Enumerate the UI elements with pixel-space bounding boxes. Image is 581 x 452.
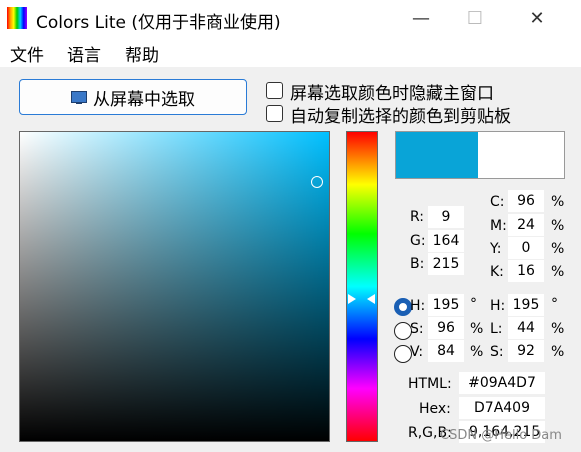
hide-window-checkbox[interactable] [266,82,283,99]
hex-code-label: Hex: [419,401,451,417]
r-field[interactable]: 9 [428,206,464,228]
hsv-s-unit: % [470,321,484,337]
window-title: Colors Lite (仅用于非商业使用) [36,13,281,33]
c-field[interactable]: 96 [508,190,544,212]
hide-window-label: 屏幕选取颜色时隐藏主窗口 [290,84,494,104]
k-label: K: [490,264,504,280]
html-code-field[interactable]: #09A4D7 [459,372,545,394]
c-unit: % [551,194,565,210]
hsv-h-field[interactable]: 195 [428,294,464,316]
pick-from-screen-button[interactable]: 从屏幕中选取 [19,79,247,115]
hsv-v-unit: % [470,344,484,360]
color-field[interactable] [19,131,330,442]
minimize-button[interactable]: — [398,0,444,37]
y-unit: % [551,241,565,257]
k-field[interactable]: 16 [508,260,544,282]
hsl-h-unit: ° [551,296,558,312]
menu-file[interactable]: 文件 [10,41,44,66]
hue-slider[interactable] [346,131,378,442]
auto-copy-checkbox[interactable] [266,105,283,122]
previous-color-swatch [478,132,564,178]
menu-help[interactable]: 帮助 [125,41,159,66]
y-label: Y: [490,241,502,257]
g-label: G: [410,233,426,249]
color-field-cursor[interactable] [311,176,323,188]
app-icon [7,7,27,29]
hsl-l-label: L: [490,321,503,337]
r-label: R: [410,209,425,225]
m-label: M: [490,218,507,234]
hsl-h-field[interactable]: 195 [508,294,544,316]
color-preview [395,131,565,179]
html-code-label: HTML: [408,376,452,392]
hsv-v-field[interactable]: 84 [428,340,464,362]
m-unit: % [551,218,565,234]
hsv-h-unit: ° [470,296,477,312]
hsv-s-label: S: [410,321,424,337]
g-field[interactable]: 164 [428,230,464,252]
y-field[interactable]: 0 [508,237,544,259]
hsl-l-field[interactable]: 44 [508,317,544,339]
k-unit: % [551,264,565,280]
watermark: CSDN @Hello Dam [440,428,562,443]
current-color-swatch [396,132,478,178]
menu-language[interactable]: 语言 [67,41,101,66]
hsl-l-unit: % [551,321,565,337]
b-label: B: [410,256,425,272]
auto-copy-label: 自动复制选择的颜色到剪贴板 [290,107,511,127]
pick-from-screen-label: 从屏幕中选取 [93,89,195,110]
hue-slider-left-arrow[interactable] [348,294,356,304]
m-field[interactable]: 24 [508,214,544,236]
hsl-s-label: S: [490,344,504,360]
hsl-h-label: H: [490,298,506,314]
hsl-s-unit: % [551,344,565,360]
b-field[interactable]: 215 [428,253,464,275]
hsv-s-field[interactable]: 96 [428,317,464,339]
c-label: C: [490,194,505,210]
hue-slider-right-arrow[interactable] [367,294,375,304]
hsv-v-label: V: [410,344,424,360]
hsv-h-label: H: [410,298,426,314]
close-button[interactable]: ✕ [514,0,560,37]
maximize-button[interactable]: ☐ [452,0,498,37]
hex-code-field[interactable]: D7A409 [459,397,545,419]
hsl-s-field[interactable]: 92 [508,340,544,362]
monitor-icon [71,90,87,104]
